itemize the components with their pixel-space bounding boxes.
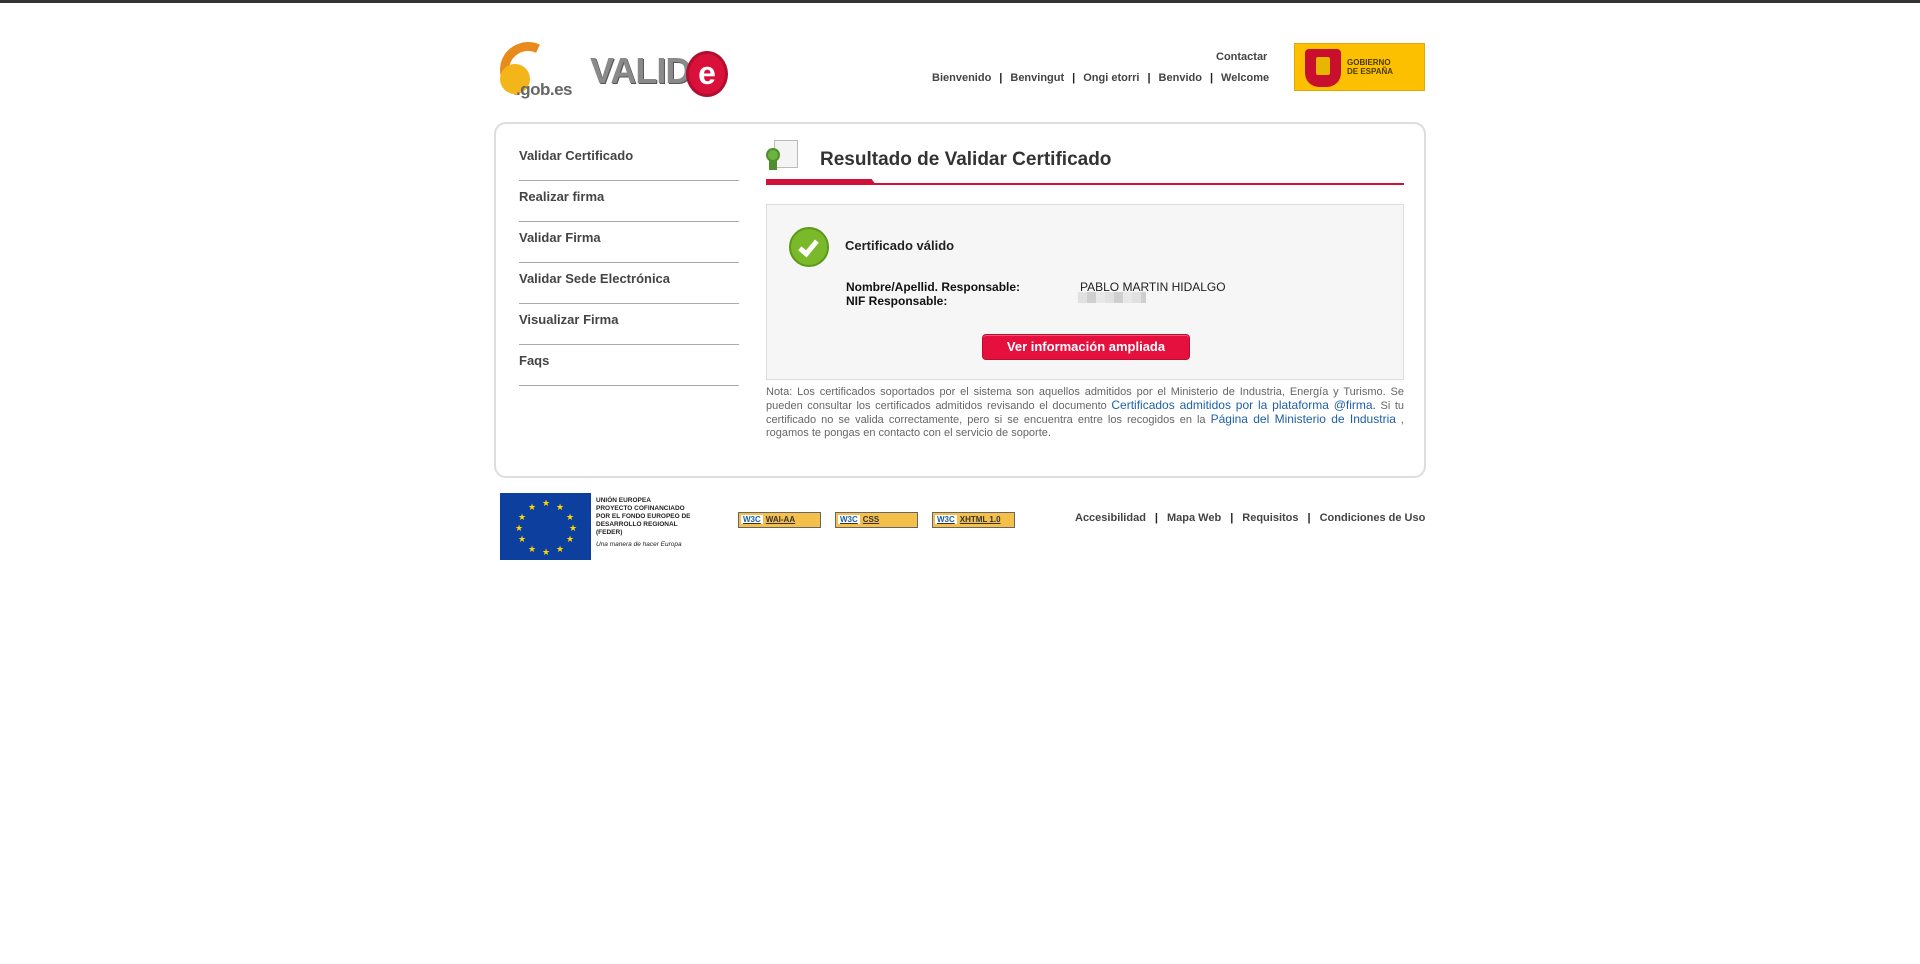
more-info-button[interactable]: Ver información ampliada (982, 334, 1190, 360)
support-note: Nota: Los certificados soportados por el… (766, 386, 1404, 440)
lang-separator: | (1072, 72, 1076, 84)
check-mark-shape (798, 235, 819, 258)
nif-label: NIF Responsable: (846, 294, 948, 308)
title-underline (766, 183, 1404, 185)
eu-star-icon: ★ (556, 544, 565, 554)
eu-feder-logo: ★ ★ ★ ★ ★ ★ ★ ★ ★ ★ ★ ★ UNIÓN EUROPEA PR… (500, 493, 696, 560)
gobierno-label-line2: DE ESPAÑA (1347, 67, 1394, 76)
lang-link-eu[interactable]: Ongi etorri (1083, 72, 1139, 84)
eu-star-icon: ★ (515, 523, 524, 533)
sidebar-item-realizar-firma[interactable]: Realizar firma (519, 181, 739, 222)
certificate-icon (766, 140, 798, 170)
footer-link-condiciones[interactable]: Condiciones de Uso (1320, 512, 1426, 524)
eu-text: UNIÓN EUROPEA PROYECTO COFINANCIADO POR … (596, 497, 696, 549)
eu-line-4: (FEDER) (596, 529, 623, 536)
lang-link-ca[interactable]: Benvingut (1010, 72, 1064, 84)
footer-link-mapa-web[interactable]: Mapa Web (1167, 512, 1221, 524)
eu-star-icon: ★ (518, 534, 527, 544)
footer-nav: Accesibilidad | Mapa Web | Requisitos | … (1075, 512, 1425, 524)
gobierno-espana-logo[interactable]: GOBIERNO DE ESPAÑA (1294, 43, 1425, 91)
eu-star-icon: ★ (528, 544, 537, 554)
badge-label: CSS (862, 515, 880, 524)
name-label: Nombre/Apellid. Responsable: (846, 280, 1021, 294)
lang-separator: | (999, 72, 1003, 84)
gob-es-logo[interactable]: .gob.es (492, 34, 576, 106)
valide-logo-e: e (686, 51, 728, 97)
w3c-css-badge[interactable]: W3C CSS (835, 512, 918, 528)
w3c-logo: W3C (741, 515, 763, 524)
nif-value-redacted (1078, 292, 1146, 303)
badge-label: WAI-AA (765, 515, 796, 524)
page-title: Resultado de Validar Certificado (820, 149, 1112, 170)
sidebar-item-visualizar-firma[interactable]: Visualizar Firma (519, 304, 739, 345)
eu-star-icon: ★ (556, 502, 565, 512)
certificate-ribbon-shape (769, 160, 777, 170)
sidebar-item-validar-certificado[interactable]: Validar Certificado (519, 140, 739, 181)
eu-star-icon: ★ (542, 547, 551, 557)
top-border (0, 0, 1920, 3)
language-nav: Bienvenido | Benvingut | Ongi etorri | B… (932, 72, 1269, 84)
badge-label: XHTML 1.0 (959, 515, 1001, 524)
eu-tagline: Una manera de hacer Europa (596, 541, 682, 548)
eu-star-icon: ★ (566, 512, 575, 522)
eu-star-icon: ★ (566, 534, 575, 544)
lang-separator: | (1147, 72, 1151, 84)
coat-of-arms-icon (1305, 49, 1341, 87)
sidebar-menu: Validar Certificado Realizar firma Valid… (519, 140, 739, 386)
eu-star-icon: ★ (569, 523, 578, 533)
lang-link-en[interactable]: Welcome (1221, 72, 1269, 84)
lang-link-gl[interactable]: Benvido (1159, 72, 1202, 84)
sidebar-item-validar-sede[interactable]: Validar Sede Electrónica (519, 263, 739, 304)
sidebar-item-faqs[interactable]: Faqs (519, 345, 739, 386)
footer-separator: | (1230, 512, 1234, 524)
eu-title: UNIÓN EUROPEA (596, 497, 651, 504)
page-header: Resultado de Validar Certificado (766, 140, 1404, 188)
eu-line-2: POR EL FONDO EUROPEO DE (596, 513, 691, 520)
lang-link-es[interactable]: Bienvenido (932, 72, 991, 84)
footer-separator: | (1154, 512, 1158, 524)
footer-separator: | (1307, 512, 1311, 524)
content-area: Resultado de Validar Certificado (766, 140, 1404, 188)
status-text: Certificado válido (845, 238, 955, 253)
eu-star-icon: ★ (542, 498, 551, 508)
contact-link[interactable]: Contactar (1216, 51, 1267, 63)
w3c-wai-aa-badge[interactable]: W3C WAI-AA (738, 512, 821, 528)
eu-line-1: PROYECTO COFINANCIADO (596, 505, 685, 512)
ministry-page-link[interactable]: Página del Ministerio de Industria (1211, 412, 1396, 426)
footer-link-requisitos[interactable]: Requisitos (1242, 512, 1298, 524)
eu-line-3: DESARROLLO REGIONAL (596, 521, 678, 528)
result-panel: Certificado válido Nombre/Apellid. Respo… (766, 204, 1404, 380)
valide-logo[interactable]: VALID (590, 50, 691, 96)
gobierno-espana-label: GOBIERNO DE ESPAÑA (1347, 58, 1393, 76)
w3c-logo: W3C (838, 515, 860, 524)
eu-star-icon: ★ (528, 502, 537, 512)
sidebar-item-validar-firma[interactable]: Validar Firma (519, 222, 739, 263)
eu-flag-icon: ★ ★ ★ ★ ★ ★ ★ ★ ★ ★ ★ ★ (500, 493, 591, 560)
eu-star-icon: ★ (518, 512, 527, 522)
valide-logo-word: VALID (590, 50, 691, 91)
certificates-doc-link[interactable]: Certificados admitidos por la plataforma… (1111, 398, 1376, 412)
w3c-logo: W3C (935, 515, 957, 524)
lang-separator: | (1209, 72, 1214, 84)
gobierno-label-line1: GOBIERNO (1347, 58, 1391, 67)
footer-link-accesibilidad[interactable]: Accesibilidad (1075, 512, 1146, 524)
gob-es-logo-text: .gob.es (516, 80, 573, 99)
w3c-xhtml-badge[interactable]: W3C XHTML 1.0 (932, 512, 1015, 528)
check-circle-icon (789, 227, 829, 267)
